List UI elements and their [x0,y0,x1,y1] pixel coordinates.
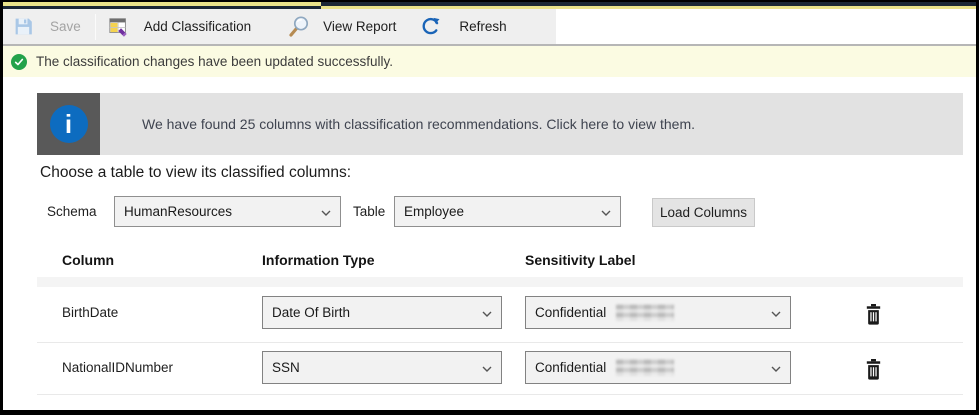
add-classification-icon [108,16,130,38]
table-value: Employee [404,204,464,219]
load-columns-button[interactable]: Load Columns [652,198,755,227]
row-separator [37,394,963,395]
schema-value: HumanResources [124,204,232,219]
chevron-down-icon [482,360,492,375]
header-band [37,277,963,287]
sensitivity-label-value: Confidential [535,360,606,375]
status-bar: The classification changes have been upd… [3,46,976,77]
table-select[interactable]: Employee [394,196,621,227]
delete-classification-button[interactable] [860,300,886,328]
cell-column-name: BirthDate [62,305,118,320]
sensitivity-label-value: Confidential [535,305,606,320]
save-label: Save [50,19,81,34]
refresh-label: Refresh [459,19,506,34]
save-button[interactable]: Save [13,16,81,37]
chevron-down-icon [771,360,781,375]
toolbar-separator [95,14,96,40]
sensitivity-label-select[interactable]: Confidential [525,296,791,329]
choose-table-heading: Choose a table to view its classified co… [40,164,351,182]
sensitivity-label-select[interactable]: Confidential [525,351,791,384]
toolbar: Save Add Classification [3,9,556,44]
information-type-value: SSN [272,360,300,375]
information-type-value: Date Of Birth [272,305,350,320]
column-header-sensitivity-label: Sensitivity Label [525,252,635,268]
add-classification-label: Add Classification [144,19,251,34]
table-label: Table [353,196,385,227]
magnifier-icon [287,15,311,39]
status-message: The classification changes have been upd… [36,54,393,69]
chevron-down-icon [601,204,611,219]
data-classification-pane: Save Add Classification [0,0,979,415]
recommendations-message: We have found 25 columns with classifica… [142,116,695,132]
chevron-down-icon [321,204,331,219]
redacted-text [616,359,674,376]
info-icon-square: i [37,93,100,155]
trash-icon [863,303,884,326]
tab-strip-right [321,2,976,9]
success-check-icon [11,54,27,70]
save-icon [13,16,34,37]
schema-select[interactable]: HumanResources [114,196,341,227]
redacted-text [616,304,674,321]
trash-icon [863,358,884,381]
cell-column-name: NationalIDNumber [62,360,173,375]
row-separator [37,342,963,343]
column-header-information-type: Information Type [262,252,375,268]
chevron-down-icon [482,305,492,320]
view-report-button[interactable]: View Report [287,15,396,39]
schema-label: Schema [47,196,97,227]
information-type-select[interactable]: SSN [262,351,502,384]
information-type-select[interactable]: Date Of Birth [262,296,502,329]
tab-strip-left [3,2,321,9]
chevron-down-icon [771,305,781,320]
refresh-icon [420,16,441,37]
info-icon: i [50,105,88,143]
add-classification-button[interactable]: Add Classification [108,16,251,38]
delete-classification-button[interactable] [860,355,886,383]
recommendations-banner[interactable]: i We have found 25 columns with classifi… [37,93,963,155]
view-report-label: View Report [323,19,396,34]
column-header-column: Column [62,252,114,268]
refresh-button[interactable]: Refresh [420,16,506,37]
